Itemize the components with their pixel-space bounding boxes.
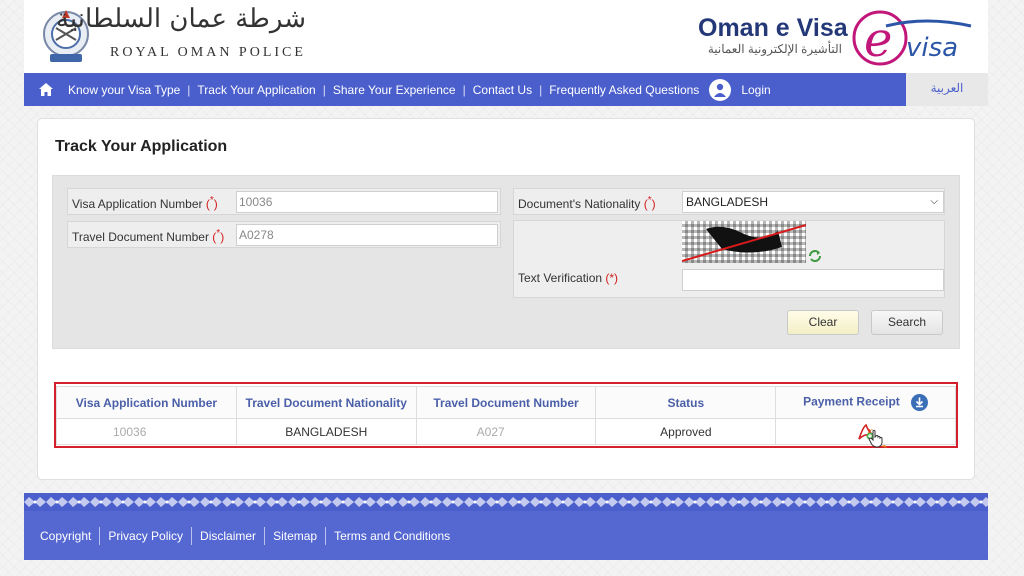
cell-travel-document-number: A027 [415,418,597,445]
nationality-label: Document's Nationality (*) [518,195,656,211]
results-table: Visa Application Number Travel Document … [56,386,956,448]
nationality-selected-value: BANGLADESH [686,195,769,209]
footer-copyright[interactable]: Copyright [40,529,91,543]
language-toggle[interactable]: العربية [906,73,988,106]
cell-nationality: BANGLADESH [235,418,417,445]
captcha-image [682,221,806,263]
travel-document-label: Travel Document Number (*) [72,228,224,244]
search-button[interactable]: Search [871,310,943,335]
travel-document-row: Travel Document Number (*) [67,221,501,248]
nav-separator: | [539,82,543,97]
footer-sitemap[interactable]: Sitemap [273,529,317,543]
nav-track-application[interactable]: Track Your Application [197,83,315,97]
table-row: 10036 BANGLADESH A027 Approved [56,418,956,448]
rop-arabic-name: شرطة عمان السلطانية [55,4,306,34]
footer-privacy-policy[interactable]: Privacy Policy [108,529,183,543]
site-header: شرطة عمان السلطانية ROYAL OMAN POLICE Om… [24,0,988,73]
site-footer: Copyright Privacy Policy Disclaimer Site… [24,511,988,560]
col-visa-application-number: Visa Application Number [56,386,237,419]
track-form: Visa Application Number (*) Travel Docum… [52,175,960,349]
required-mark: (*) [643,195,656,211]
nav-separator: | [187,82,191,97]
footer-pattern [24,493,988,511]
svg-text:visa: visa [906,33,958,63]
results-table-container: Visa Application Number Travel Document … [54,382,958,448]
nav-share-experience[interactable]: Share Your Experience [333,83,456,97]
evisa-title: Oman e Visa [698,14,848,42]
visa-application-label: Visa Application Number (*) [72,195,218,211]
text-verification-label: Text Verification (*) [518,271,618,285]
clear-button[interactable]: Clear [787,310,859,335]
captcha-section: Text Verification (*) [513,220,945,298]
svg-text:e: e [864,12,892,68]
pdf-icon[interactable] [857,423,887,448]
hand-cursor-icon [867,428,887,448]
visa-application-label-text: Visa Application Number [72,197,203,211]
footer-separator [191,526,193,545]
captcha-input[interactable] [682,269,944,291]
nationality-label-text: Document's Nationality [518,197,641,211]
cell-visa-application-number: 10036 [56,418,237,445]
nationality-select[interactable]: BANGLADESH ⌵ [682,191,944,213]
nav-separator: | [462,82,466,97]
main-panel: Track Your Application Visa Application … [37,118,975,480]
nav-know-visa-type[interactable]: Know your Visa Type [68,83,180,97]
travel-document-label-text: Travel Document Number [72,230,209,244]
cell-payment-receipt [775,418,956,448]
footer-terms[interactable]: Terms and Conditions [334,529,450,543]
chevron-down-icon: ⌵ [930,196,938,207]
visa-application-input[interactable] [236,191,498,213]
footer-separator [264,526,266,545]
required-mark: (*) [605,271,619,285]
col-status: Status [595,386,777,419]
user-icon[interactable] [709,78,732,101]
table-header-row: Visa Application Number Travel Document … [56,386,956,419]
home-icon[interactable] [36,80,56,100]
nav-separator: | [322,82,326,97]
cell-status: Approved [595,418,777,445]
travel-document-input[interactable] [236,224,498,246]
footer-separator [99,526,101,545]
login-link[interactable]: Login [741,83,770,97]
visa-application-row: Visa Application Number (*) [67,188,501,215]
main-nav: Know your Visa Type | Track Your Applica… [24,73,906,106]
footer-pattern-band [24,493,988,511]
col-payment-receipt: Payment Receipt [775,386,956,419]
evisa-logo: e visa [852,10,972,68]
nav-contact-us[interactable]: Contact Us [473,83,532,97]
nationality-row: Document's Nationality (*) BANGLADESH ⌵ [513,188,945,215]
col-travel-document-nationality: Travel Document Nationality [235,386,417,419]
required-mark: (*) [205,195,218,211]
page-frame: شرطة عمان السلطانية ROYAL OMAN POLICE Om… [24,0,988,576]
download-icon[interactable] [911,394,929,411]
evisa-arabic-title: التأشيرة الإلكترونية العمانية [707,42,842,56]
required-mark: (*) [212,228,225,244]
payment-receipt-header-text: Payment Receipt [803,394,900,409]
text-verification-label-text: Text Verification [518,271,603,285]
page-title: Track Your Application [55,138,228,155]
col-travel-document-number: Travel Document Number [415,386,597,419]
refresh-icon[interactable] [808,249,822,263]
nav-faq[interactable]: Frequently Asked Questions [549,83,699,97]
rop-english-name: ROYAL OMAN POLICE [110,45,306,60]
footer-disclaimer[interactable]: Disclaimer [200,529,256,543]
footer-separator [325,526,327,545]
